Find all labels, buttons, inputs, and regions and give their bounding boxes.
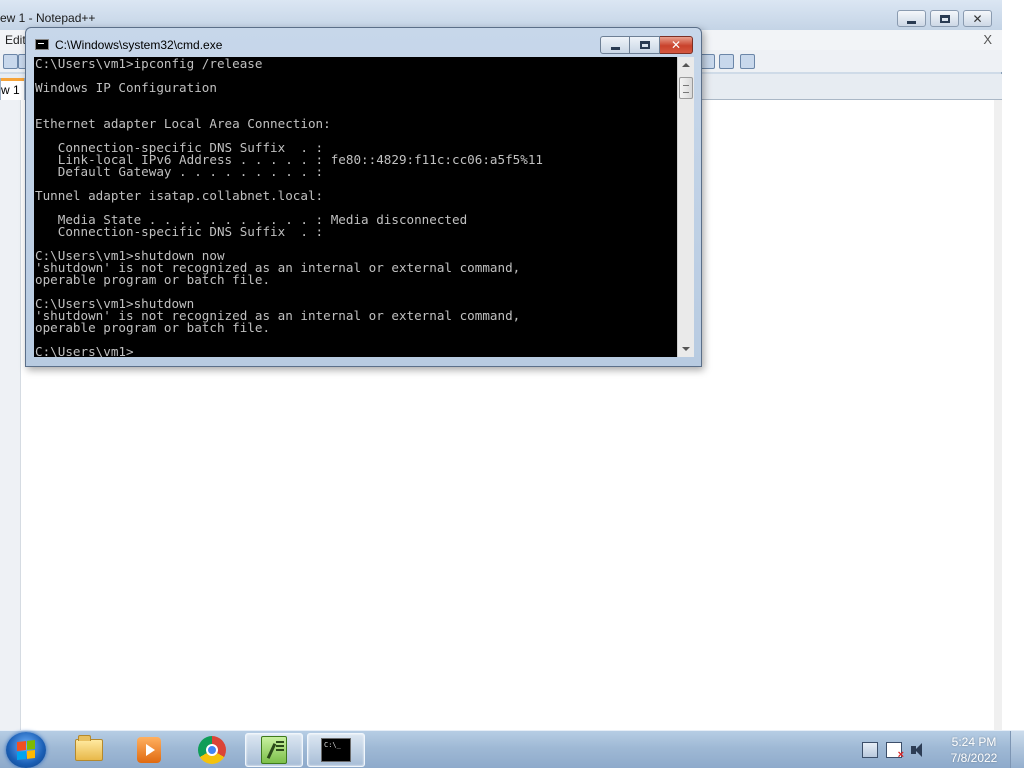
toolbar-macro-run-icon[interactable] (719, 54, 734, 69)
scroll-down-icon[interactable] (682, 347, 690, 351)
taskbar: 5:24 PM 7/8/2022 (0, 730, 1024, 768)
cmd-window[interactable]: C:\Windows\system32\cmd.exe ✕ C:\Users\v… (25, 27, 702, 367)
taskbar-command-prompt[interactable] (307, 733, 365, 767)
notepadpp-scrollbar[interactable] (994, 100, 1002, 730)
taskbar-windows-media-player[interactable] (120, 733, 178, 767)
console-line: operable program or batch file. (35, 272, 271, 287)
toolbar-save-icon[interactable] (3, 54, 18, 69)
system-tray (862, 737, 926, 763)
taskbar-notepad-plus-plus[interactable] (245, 733, 303, 767)
taskbar-google-chrome[interactable] (183, 733, 241, 767)
console-line: Default Gateway . . . . . . . . . : (35, 164, 324, 179)
clock-time: 5:24 PM (951, 735, 997, 749)
tab-new-1[interactable]: w 1 (0, 78, 25, 100)
notepadpp-close-button[interactable]: ✕ (963, 10, 992, 27)
cmd-app-icon[interactable] (35, 39, 49, 50)
cmd-window-title: C:\Windows\system32\cmd.exe (55, 38, 223, 52)
network-icon[interactable] (862, 742, 878, 758)
close-icon: ✕ (670, 38, 682, 52)
console-line: Tunnel adapter isatap.collabnet.local: (35, 188, 324, 203)
console-line: C:\Users\vm1> (35, 344, 134, 357)
console-line: C:\Users\vm1>ipconfig /release (35, 57, 263, 71)
cmd-caption-buttons: ✕ (600, 36, 693, 54)
console-scrollbar[interactable] (677, 57, 694, 357)
minimize-icon (610, 47, 620, 50)
cmd-titlebar[interactable]: C:\Windows\system32\cmd.exe ✕ (26, 28, 701, 57)
cmd-icon (321, 738, 351, 762)
maximize-icon (939, 14, 950, 23)
start-button[interactable] (6, 732, 46, 768)
clock[interactable]: 5:24 PM 7/8/2022 (944, 734, 1004, 766)
notepadpp-title: ew 1 - Notepad++ (0, 11, 96, 25)
scroll-thumb[interactable] (679, 77, 693, 99)
console-line: Connection-specific DNS Suffix . : (35, 224, 324, 239)
notepadpp-maximize-button[interactable] (930, 10, 959, 27)
cmd-maximize-button[interactable] (630, 36, 660, 54)
desktop-edge (1002, 0, 1024, 730)
toolbar-macro-play-icon[interactable] (700, 54, 715, 69)
chrome-icon (198, 736, 226, 764)
cmd-close-button[interactable]: ✕ (660, 36, 693, 54)
console-line: Windows IP Configuration (35, 80, 217, 95)
console-output[interactable]: C:\Users\vm1>ipconfig /release Windows IP… (34, 57, 677, 357)
show-desktop-button[interactable] (1010, 731, 1024, 768)
tab-label: w 1 (1, 83, 20, 97)
folder-icon (75, 735, 103, 761)
close-document-button[interactable]: X (983, 32, 992, 47)
notepadpp-caption-buttons: ✕ (893, 10, 992, 27)
volume-icon[interactable] (910, 742, 926, 758)
console-line: operable program or batch file. (35, 320, 271, 335)
toolbar-macro-save-icon[interactable] (740, 54, 755, 69)
menu-edit[interactable]: Edit (5, 33, 26, 47)
console-text: C:\Users\vm1>ipconfig /release Windows IP… (35, 57, 543, 357)
taskbar-windows-explorer[interactable] (60, 733, 118, 767)
notepadpp-icon (261, 736, 287, 764)
console-line: Ethernet adapter Local Area Connection: (35, 116, 331, 131)
scroll-up-icon[interactable] (682, 63, 690, 67)
tab-active-accent (1, 78, 24, 81)
windows-logo-icon (17, 740, 35, 760)
clock-date: 7/8/2022 (950, 751, 998, 765)
line-number-margin (0, 100, 20, 730)
close-icon: ✕ (972, 11, 983, 26)
notepadpp-minimize-button[interactable] (897, 10, 926, 27)
action-center-icon[interactable] (886, 742, 904, 761)
minimize-icon (907, 20, 916, 24)
cmd-minimize-button[interactable] (600, 36, 630, 54)
notepadpp-titlebar[interactable]: ew 1 - Notepad++ ✕ (0, 0, 1002, 30)
maximize-icon (639, 41, 650, 49)
media-player-icon (137, 737, 161, 763)
